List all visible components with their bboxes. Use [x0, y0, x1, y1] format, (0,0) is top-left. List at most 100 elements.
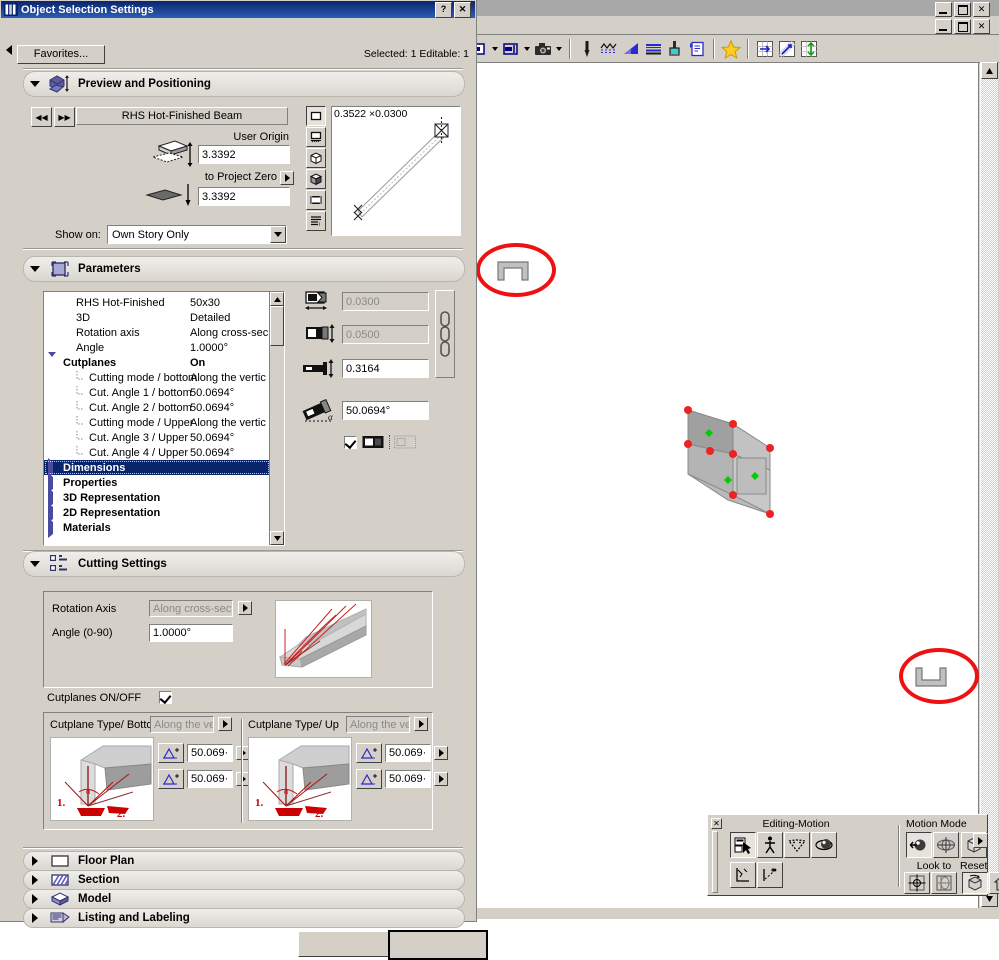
section-floor-plan[interactable]: Floor Plan [23, 851, 465, 871]
rotation-axis-field[interactable]: Along cross-sectio [149, 600, 233, 617]
user-origin-field[interactable]: 3.3392 [198, 145, 290, 164]
param-height-field[interactable]: 0.0500 [342, 325, 429, 344]
tree-row[interactable]: Dimensions [44, 460, 270, 475]
ok-button[interactable] [388, 930, 488, 960]
elevation-snap-icon[interactable] [798, 38, 820, 60]
tree-row[interactable]: Materials [44, 520, 270, 535]
cutting-angle-field[interactable]: 1.0000° [149, 624, 233, 642]
align-icon[interactable] [500, 38, 522, 60]
section-toggle[interactable] [24, 856, 46, 866]
perspective-icon[interactable] [931, 872, 957, 894]
explore-icon[interactable] [730, 862, 756, 888]
tree-scrollbar[interactable] [269, 292, 284, 545]
section-toggle[interactable] [24, 913, 46, 923]
document-icon[interactable] [686, 38, 708, 60]
previous-object-button[interactable]: ◀◀ [31, 107, 52, 127]
doc-minimize-button[interactable] [935, 19, 952, 34]
tree-collapse-icon[interactable] [48, 522, 61, 534]
viewport-horizontal-scrollbar[interactable] [472, 908, 997, 919]
app-minimize-button[interactable] [935, 2, 952, 17]
3d-shaded-view-icon[interactable] [306, 169, 326, 189]
3d-wireframe-view-icon[interactable] [306, 148, 326, 168]
cutplane-up-type-dropdown[interactable] [414, 717, 428, 731]
fly-icon[interactable] [784, 832, 810, 858]
section-toggle-parameters[interactable] [24, 266, 46, 272]
cutplane-bottom-type-dropdown[interactable] [218, 717, 232, 731]
path-icon[interactable] [757, 862, 783, 888]
rotation-axis-dropdown[interactable] [238, 601, 252, 615]
2d-symbol-view-icon[interactable] [306, 106, 326, 126]
home-view-icon[interactable] [989, 872, 999, 894]
dialog-collapse-tab[interactable] [3, 40, 15, 60]
tree-collapse-icon[interactable] [48, 492, 61, 504]
project-zero-dropdown[interactable] [280, 171, 294, 185]
select-drag-icon[interactable] [730, 832, 756, 858]
grid-snap-icon[interactable] [754, 38, 776, 60]
dialog-help-button[interactable]: ? [435, 1, 452, 18]
orbit-icon[interactable] [811, 832, 837, 858]
target-center-icon[interactable] [904, 872, 930, 894]
tree-row[interactable]: Rotation axis Along cross-sec [44, 325, 270, 340]
section-toggle-preview[interactable] [24, 81, 46, 87]
section-section[interactable]: Section [23, 870, 465, 890]
tree-row[interactable]: Cut. Angle 4 / Upper 50.0694° [44, 445, 270, 460]
cutplane-up-angle1-field[interactable]: 50.069· [385, 744, 431, 762]
param-mode-outline-icon[interactable] [389, 435, 416, 449]
tree-row[interactable]: 3D Representation [44, 490, 270, 505]
section-listing-and-labeling[interactable]: Listing and Labeling [23, 908, 465, 928]
rotate-camera-icon[interactable] [906, 832, 932, 858]
tree-scroll-thumb[interactable] [270, 306, 284, 346]
parameter-list-icon[interactable]: I [306, 211, 326, 231]
section-toggle[interactable] [24, 894, 46, 904]
cancel-button[interactable] [298, 931, 392, 957]
section-cutting-settings[interactable]: Cutting Settings [23, 551, 465, 577]
tree-row[interactable]: Cut. Angle 3 / Upper 50.0694° [44, 430, 270, 445]
cutplane-bottom-type-field[interactable]: Along the vert [150, 716, 214, 733]
floor-plan-view-icon[interactable] [306, 127, 326, 147]
tree-expand-icon[interactable] [48, 357, 61, 369]
scroll-up-button[interactable] [981, 62, 998, 79]
param-length-field[interactable]: 0.3164 [342, 359, 429, 378]
3d-viewport[interactable] [472, 62, 979, 909]
palette-close-button[interactable]: ✕ [711, 818, 722, 829]
tree-row[interactable]: Cutplanes On [44, 355, 270, 370]
next-object-button[interactable]: ▶▶ [54, 107, 75, 127]
view-dropdown-arrow[interactable] [490, 38, 500, 60]
cutplane-up-angle1-icon[interactable] [356, 743, 382, 763]
show-on-dropdown-arrow[interactable] [270, 226, 286, 243]
doc-maximize-button[interactable] [954, 19, 971, 34]
cutplane-up-type-field[interactable]: Along the vert [346, 716, 410, 733]
object-preview-canvas[interactable]: 0.3522 ×0.0300 [331, 106, 461, 236]
paint-bucket-icon[interactable] [664, 38, 686, 60]
cutplane-bottom-angle2-icon[interactable] [158, 769, 184, 789]
section-parameters[interactable]: Parameters [23, 256, 465, 282]
tree-row[interactable]: Cut. Angle 1 / bottom 50.0694° [44, 385, 270, 400]
app-maximize-button[interactable] [954, 2, 971, 17]
walk-icon[interactable] [757, 832, 783, 858]
show-on-dropdown[interactable]: Own Story Only [107, 225, 287, 244]
cutplane-bottom-angle1-icon[interactable] [158, 743, 184, 763]
reset-view-icon[interactable] [962, 872, 988, 894]
rhs-beam-3d[interactable] [658, 398, 788, 528]
viewport-vertical-scrollbar[interactable] [980, 62, 998, 907]
tree-row[interactable]: Cutting mode / bottom Along the vertic [44, 370, 270, 385]
tree-scroll-down[interactable] [270, 531, 284, 545]
tree-row[interactable]: 2D Representation [44, 505, 270, 520]
tree-row[interactable]: Properties [44, 475, 270, 490]
cutplane-bottom-angle1-field[interactable]: 50.069· [187, 744, 233, 762]
param-mode-solid-icon[interactable] [362, 435, 384, 449]
section-preview-and-positioning[interactable]: Preview and Positioning [23, 71, 465, 97]
fill-pattern-icon[interactable] [598, 38, 620, 60]
cutplanes-onoff-checkbox[interactable] [159, 691, 172, 704]
link-dimensions-toggle[interactable] [435, 290, 455, 378]
tree-row[interactable]: Angle 1.0000° [44, 340, 270, 355]
project-zero-field[interactable]: 3.3392 [198, 187, 290, 206]
tree-row[interactable]: Cutting mode / Upper Along the vertic [44, 415, 270, 430]
tree-scroll-up[interactable] [270, 292, 284, 306]
doc-close-button[interactable]: ✕ [973, 19, 990, 34]
app-close-button[interactable]: ✕ [973, 2, 990, 17]
tree-collapse-icon[interactable] [48, 477, 61, 489]
camera-dropdown-arrow[interactable] [554, 38, 564, 60]
favorites-star-icon[interactable] [720, 38, 742, 60]
param-width-field[interactable]: 0.0300 [342, 292, 429, 311]
